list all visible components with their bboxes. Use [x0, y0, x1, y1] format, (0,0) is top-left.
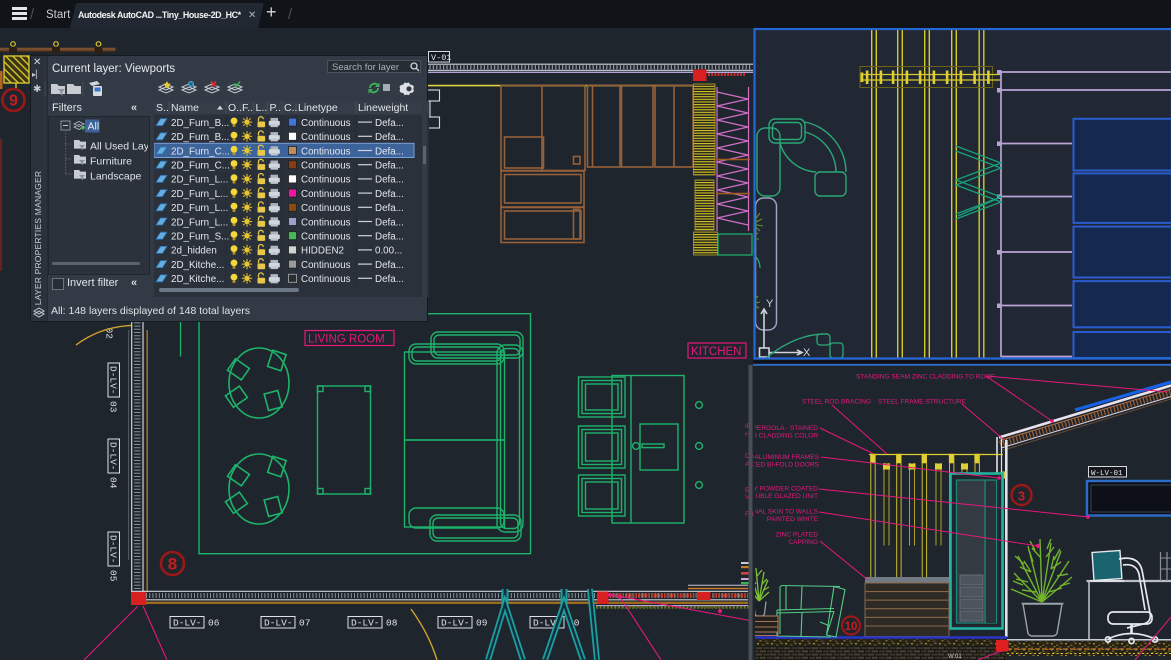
svg-text:05: 05	[108, 570, 119, 582]
svg-text:2D_Kitche...: 2D_Kitche...	[171, 274, 224, 285]
svg-text:S..: S..	[156, 102, 169, 114]
svg-text:Continuous: Continuous	[301, 274, 351, 285]
svg-text:HIDDEN2: HIDDEN2	[301, 246, 344, 257]
svg-text:D-LV-: D-LV-	[264, 618, 293, 629]
svg-text:08: 08	[386, 618, 398, 629]
svg-text:2D_Furn_L...: 2D_Furn_L...	[171, 189, 228, 200]
svg-text:P..: P..	[270, 102, 281, 114]
svg-text:Linetype: Linetype	[298, 102, 338, 114]
svg-text:CH CLADDING COLOR: CH CLADDING COLOR	[747, 433, 818, 440]
svg-text:STEEL ROD BRACING: STEEL ROD BRACING	[802, 399, 871, 406]
svg-text:All Used Laye: All Used Laye	[90, 141, 148, 153]
svg-text:2D_Furn_L...: 2D_Furn_L...	[171, 217, 228, 228]
svg-text:W-LV-01: W-LV-01	[1091, 470, 1123, 478]
svg-text:D ALUMINUM FRAMES: D ALUMINUM FRAMES	[748, 454, 819, 461]
svg-text:Lineweight: Lineweight	[358, 102, 408, 114]
svg-text:Furniture: Furniture	[90, 156, 132, 168]
svg-text:Continuous: Continuous	[301, 189, 351, 200]
svg-text:ZINC PLATED: ZINC PLATED	[776, 532, 819, 539]
svg-text:07: 07	[299, 618, 310, 629]
svg-text:DOUBLE GLAZED UNIT: DOUBLE GLAZED UNIT	[745, 493, 818, 500]
svg-text:09: 09	[476, 618, 488, 629]
svg-text:3: 3	[1018, 489, 1025, 504]
svg-text:Defa...: Defa...	[375, 132, 404, 143]
svg-text:CAPPING: CAPPING	[788, 539, 818, 546]
svg-text:Continuous: Continuous	[301, 175, 351, 186]
svg-text:2D_Furn_B...: 2D_Furn_B...	[171, 118, 229, 129]
svg-text:2D_Kitche...: 2D_Kitche...	[171, 260, 224, 271]
svg-text:2D_Furn_C...: 2D_Furn_C...	[171, 161, 230, 172]
svg-text:Defa...: Defa...	[375, 203, 404, 214]
svg-text:Defa...: Defa...	[375, 260, 404, 271]
svg-text:2D_Furn_L...: 2D_Furn_L...	[171, 175, 228, 186]
svg-text:C..: C..	[284, 102, 297, 114]
svg-text:Y: Y	[766, 298, 774, 310]
svg-text:AZED BI-FOLD DOORS: AZED BI-FOLD DOORS	[748, 462, 820, 469]
svg-text:Continuous: Continuous	[301, 232, 351, 243]
svg-text:2D_Furn_S...: 2D_Furn_S...	[171, 232, 229, 243]
svg-text:V-01: V-01	[431, 53, 451, 63]
svg-text:Continuous: Continuous	[301, 217, 351, 228]
svg-text:Landscape: Landscape	[90, 171, 142, 183]
svg-text:Defa...: Defa...	[375, 217, 404, 228]
svg-text:LIVING ROOM: LIVING ROOM	[308, 334, 385, 346]
svg-text:D-LV-: D-LV-	[351, 618, 380, 629]
svg-text:X: X	[803, 347, 811, 359]
svg-text:2D_Furn_B...: 2D_Furn_B...	[171, 132, 229, 143]
svg-text:2D_Furn_L...: 2D_Furn_L...	[171, 203, 228, 214]
svg-text:Continuous: Continuous	[301, 203, 351, 214]
svg-text:06: 06	[208, 618, 220, 629]
svg-text:Continuous: Continuous	[301, 132, 351, 143]
svg-text:L..: L..	[256, 102, 268, 114]
svg-text:9: 9	[9, 93, 18, 110]
svg-text:D-LV-: D-LV-	[108, 442, 119, 471]
svg-text:Defa...: Defa...	[375, 146, 404, 157]
svg-text:Defa...: Defa...	[375, 118, 404, 129]
svg-text:Continuous: Continuous	[301, 260, 351, 271]
svg-text:Defa...: Defa...	[375, 274, 404, 285]
svg-text:Defa...: Defa...	[375, 161, 404, 172]
svg-text:F..: F..	[242, 102, 253, 114]
svg-text:O..: O..	[228, 102, 242, 114]
svg-text:Continuous: Continuous	[301, 161, 351, 172]
svg-text:STEEL FRAME STRUCTURE: STEEL FRAME STRUCTURE	[878, 399, 967, 406]
svg-text:Continuous: Continuous	[301, 146, 351, 157]
svg-text:EY POWDER COATED: EY POWDER COATED	[749, 486, 818, 493]
svg-text:STANDING SEAM ZINC CLADDING TO: STANDING SEAM ZINC CLADDING TO ROOF	[856, 374, 995, 381]
svg-text:I PERGOLA - STAINED: I PERGOLA - STAINED	[749, 425, 818, 432]
svg-text:Defa...: Defa...	[375, 189, 404, 200]
svg-text:KITCHEN: KITCHEN	[691, 346, 741, 358]
svg-text:RNAL SKIN TO WALLS: RNAL SKIN TO WALLS	[749, 509, 819, 516]
svg-text:2d_hidden: 2d_hidden	[171, 246, 217, 257]
svg-text:All: All	[88, 121, 100, 133]
svg-text:Continuous: Continuous	[301, 118, 351, 129]
svg-text:Name: Name	[171, 102, 199, 114]
svg-text:03: 03	[108, 401, 119, 413]
svg-text:Defa...: Defa...	[375, 232, 404, 243]
svg-text:PAINTED WHITE: PAINTED WHITE	[767, 516, 819, 523]
svg-text:D-LV-: D-LV-	[441, 618, 470, 629]
svg-text:Defa...: Defa...	[375, 175, 404, 186]
svg-text:10: 10	[845, 621, 858, 633]
svg-text:W.01: W.01	[948, 654, 962, 660]
svg-text:2D_Furn_C...: 2D_Furn_C...	[171, 146, 230, 157]
svg-text:D-LV-: D-LV-	[173, 618, 202, 629]
svg-text:D-LV-: D-LV-	[108, 535, 119, 564]
svg-text:D-LV-: D-LV-	[108, 366, 119, 395]
svg-text:04: 04	[108, 477, 119, 489]
svg-text:8: 8	[168, 555, 177, 574]
svg-text:0.00...: 0.00...	[375, 246, 402, 257]
